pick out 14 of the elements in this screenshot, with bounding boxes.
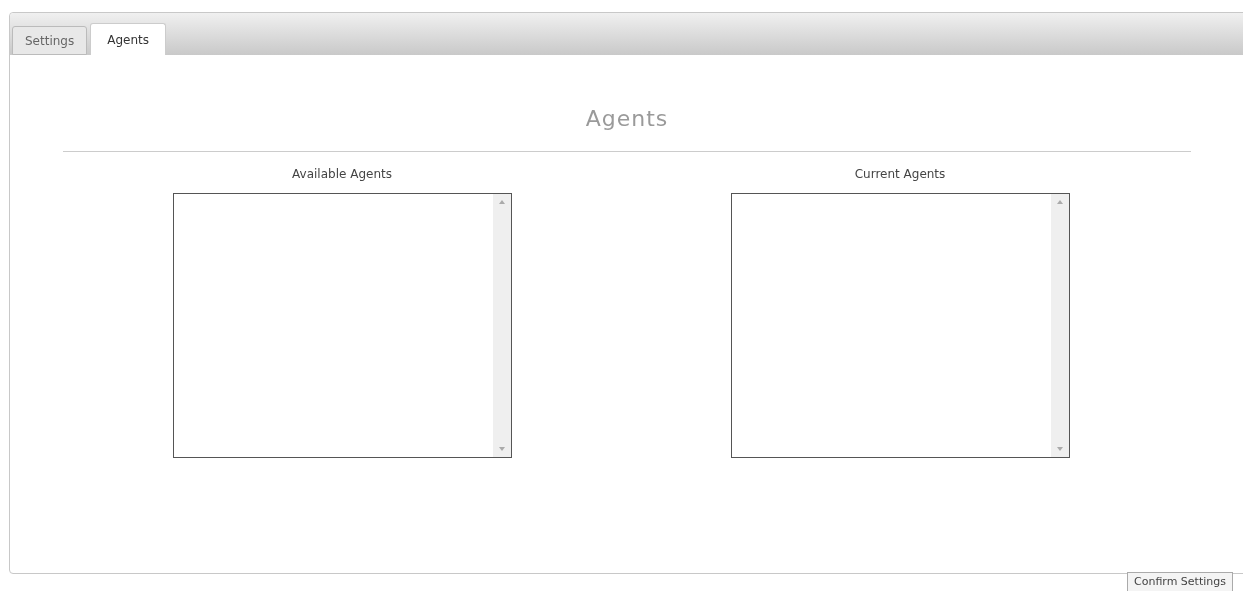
list-label: Current Agents (854, 166, 946, 183)
tab[interactable]: Settings (12, 26, 88, 55)
scroll-down-icon[interactable] (498, 447, 505, 451)
tab[interactable]: Agents (90, 23, 166, 55)
scroll-up-icon[interactable] (498, 200, 505, 204)
scrollbar[interactable] (492, 194, 511, 457)
list-box[interactable] (172, 193, 512, 458)
scroll-up-icon[interactable] (1056, 200, 1063, 204)
scroll-down-icon[interactable] (1056, 447, 1063, 451)
confirm-button[interactable]: Confirm Settings (1127, 572, 1233, 591)
scrollbar[interactable] (1050, 194, 1069, 457)
page-heading: Agents (585, 105, 669, 133)
list-box[interactable] (730, 193, 1070, 458)
list-label: Available Agents (292, 166, 392, 183)
